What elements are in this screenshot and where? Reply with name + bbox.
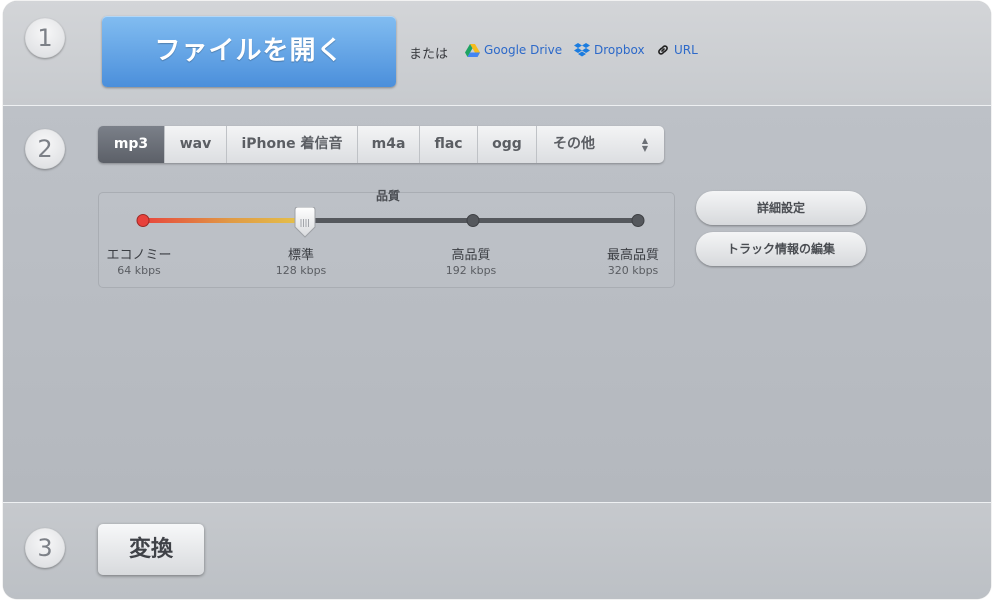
link-icon xyxy=(658,45,668,55)
google-drive-label: Google Drive xyxy=(484,43,563,57)
tab-iphone-ringtone[interactable]: iPhone 着信音 xyxy=(227,126,358,163)
tab-mp3[interactable]: mp3 xyxy=(98,126,165,163)
slider-thumb[interactable] xyxy=(294,207,316,238)
dropbox-icon xyxy=(574,43,590,57)
quality-slider[interactable] xyxy=(131,207,649,239)
slider-stop-economy[interactable] xyxy=(136,214,150,227)
url-link[interactable]: URL xyxy=(656,43,698,57)
format-tabs: mp3 wav iPhone 着信音 m4a flac ogg その他 ▲ ▼ xyxy=(98,126,664,163)
edit-track-info-button[interactable]: トラック情報の編集 xyxy=(696,232,866,266)
quality-label-standard: 標準 xyxy=(287,248,314,263)
tab-flac[interactable]: flac xyxy=(420,126,478,163)
quality-label-economy: エコノミー xyxy=(106,248,172,263)
google-drive-link[interactable]: Google Drive xyxy=(465,43,562,57)
quality-label-high: 高品質 xyxy=(451,248,491,263)
step-settings-section xyxy=(3,106,991,503)
slider-fill xyxy=(139,218,305,223)
url-label: URL xyxy=(674,43,698,57)
quality-bitrate-high: 192 kbps xyxy=(445,264,497,277)
quality-bitrate-standard: 128 kbps xyxy=(275,264,327,277)
converter-app: 1 ファイルを開く または Google Drive Dropbox URL 2… xyxy=(3,1,991,599)
tab-other-label: その他 xyxy=(553,136,595,152)
or-label: または xyxy=(409,47,449,62)
up-down-arrows-icon: ▲ ▼ xyxy=(641,136,648,153)
quality-title: 品質 xyxy=(376,189,401,203)
tab-ogg[interactable]: ogg xyxy=(478,126,537,163)
open-file-button[interactable]: ファイルを開く xyxy=(102,16,396,87)
tab-other-dropdown[interactable]: その他 ▲ ▼ xyxy=(537,126,664,163)
tab-wav[interactable]: wav xyxy=(165,126,227,163)
quality-bitrate-economy: 64 kbps xyxy=(117,264,161,277)
dropbox-link[interactable]: Dropbox xyxy=(574,43,645,57)
step-open-file-section: 1 ファイルを開く または Google Drive Dropbox URL xyxy=(3,1,991,106)
step-2-badge: 2 xyxy=(25,129,65,169)
quality-label-best: 最高品質 xyxy=(606,248,659,263)
google-drive-icon xyxy=(465,43,480,57)
convert-button[interactable]: 変換 xyxy=(98,524,204,575)
dropbox-label: Dropbox xyxy=(594,43,645,57)
quality-bitrate-best: 320 kbps xyxy=(607,264,659,277)
slider-stop-best[interactable] xyxy=(631,214,645,227)
tab-m4a[interactable]: m4a xyxy=(358,126,420,163)
slider-stop-high[interactable] xyxy=(466,214,480,227)
advanced-settings-button[interactable]: 詳細設定 xyxy=(696,191,866,225)
step-1-badge: 1 xyxy=(25,18,65,58)
step-3-badge: 3 xyxy=(25,528,65,568)
